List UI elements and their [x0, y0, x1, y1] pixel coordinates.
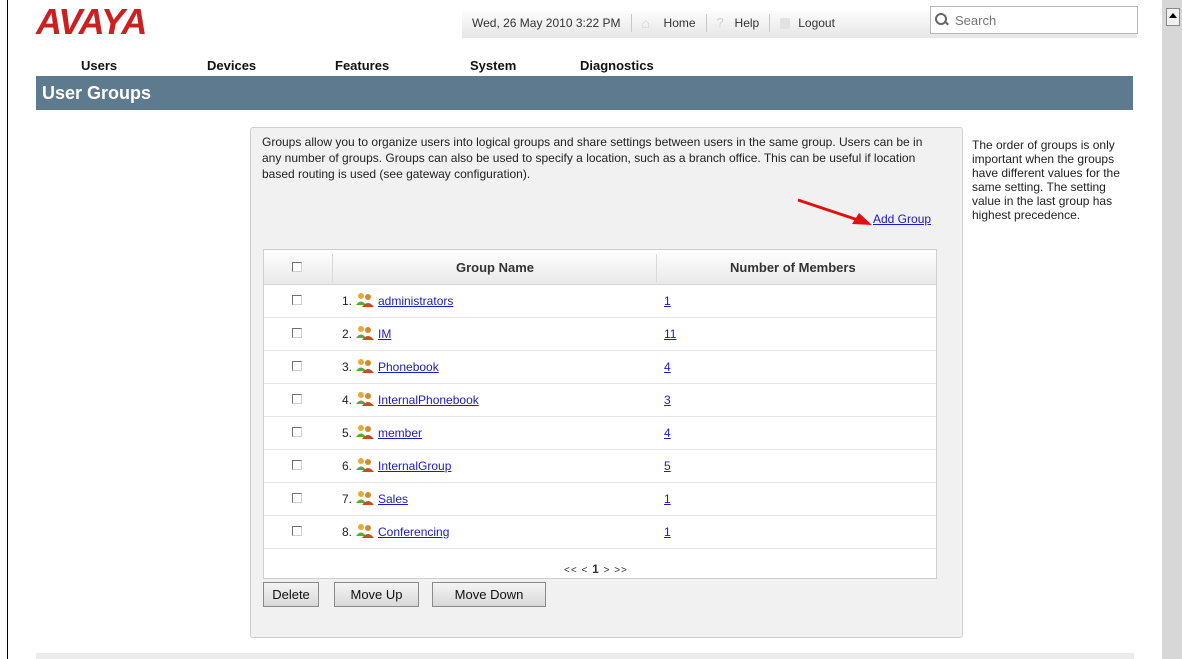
nav-item-users[interactable]: Users	[81, 58, 117, 73]
group-icon	[356, 457, 374, 473]
group-icon	[356, 523, 374, 539]
table-row: 8. Conferencing 1	[264, 515, 936, 549]
separator	[705, 14, 707, 32]
row-index: 1.	[342, 294, 353, 308]
member-count-link[interactable]: 3	[664, 393, 671, 407]
member-count-link[interactable]: 1	[664, 294, 671, 308]
nav-item-features[interactable]: Features	[335, 58, 389, 73]
row-index: 8.	[342, 525, 353, 539]
pager-current-page: 1	[592, 562, 600, 576]
table-row: 5. member 4	[264, 416, 936, 450]
table-row: 4. InternalPhonebook 3	[264, 383, 936, 417]
column-header-group-name[interactable]: Group Name	[456, 260, 534, 275]
search-box[interactable]	[930, 6, 1138, 34]
pager-first[interactable]: <<	[564, 565, 578, 576]
group-name-link[interactable]: administrators	[378, 294, 453, 308]
table-row: 3. Phonebook 4	[264, 350, 936, 384]
home-link[interactable]: ⌂ Home	[642, 8, 696, 30]
row-index: 2.	[342, 327, 353, 341]
window-frame-edge	[7, 0, 8, 659]
move-down-button[interactable]: Move Down	[432, 582, 546, 607]
group-name-link[interactable]: InternalPhonebook	[378, 393, 479, 407]
row-index: 3.	[342, 360, 353, 374]
nav-item-devices[interactable]: Devices	[207, 58, 256, 73]
page-title: User Groups	[36, 76, 1133, 110]
home-label: Home	[663, 16, 696, 30]
vertical-scrollbar[interactable]	[1162, 0, 1182, 659]
pager-next[interactable]: >	[604, 565, 611, 576]
group-icon	[356, 358, 374, 374]
member-count-link[interactable]: 1	[664, 492, 671, 506]
add-group-link[interactable]: Add Group	[873, 212, 931, 226]
column-divider	[332, 254, 333, 282]
row-checkbox[interactable]	[292, 460, 302, 470]
row-checkbox[interactable]	[292, 328, 302, 338]
table-header: Group Name Number of Members	[264, 250, 936, 285]
row-checkbox[interactable]	[292, 493, 302, 503]
group-icon	[356, 490, 374, 506]
nav-item-system[interactable]: System	[470, 58, 516, 73]
group-icon	[356, 391, 374, 407]
pager-prev[interactable]: <	[581, 565, 588, 576]
move-up-button[interactable]: Move Up	[334, 582, 419, 607]
row-checkbox[interactable]	[292, 427, 302, 437]
table-row: 7. Sales 1	[264, 482, 936, 516]
home-icon: ⌂	[641, 15, 650, 31]
row-index: 5.	[342, 426, 353, 440]
top-bar: Wed, 26 May 2010 3:22 PM ⌂ Home ? Help L…	[462, 6, 1138, 38]
separator	[769, 14, 771, 32]
red-arrow-annotation	[797, 198, 872, 225]
pager: << < 1 > >>	[564, 562, 628, 576]
select-all-checkbox[interactable]	[292, 262, 302, 272]
help-label: Help	[734, 16, 760, 30]
group-icon	[356, 325, 374, 341]
table-row: 6. InternalGroup 5	[264, 449, 936, 483]
help-icon: ?	[716, 15, 724, 30]
group-name-link[interactable]: InternalGroup	[378, 459, 451, 473]
row-checkbox[interactable]	[292, 361, 302, 371]
row-index: 6.	[342, 459, 353, 473]
table-row: 1. administrators 1	[264, 284, 936, 318]
search-icon	[935, 13, 949, 27]
row-checkbox[interactable]	[292, 394, 302, 404]
group-icon	[356, 424, 374, 440]
group-name-link[interactable]: Phonebook	[378, 360, 439, 374]
group-name-link[interactable]: Sales	[378, 492, 408, 506]
logout-link[interactable]: Logout	[780, 8, 835, 30]
lock-icon	[780, 17, 791, 29]
member-count-link[interactable]: 1	[664, 525, 671, 539]
datetime-display: Wed, 26 May 2010 3:22 PM	[472, 16, 621, 30]
logout-label: Logout	[798, 16, 835, 30]
member-count-link[interactable]: 4	[664, 360, 671, 374]
scroll-up-button[interactable]	[1166, 8, 1180, 26]
group-name-link[interactable]: IM	[378, 327, 391, 341]
side-note: The order of groups is only important wh…	[972, 138, 1120, 222]
delete-button[interactable]: Delete	[263, 582, 319, 607]
help-link[interactable]: ? Help	[717, 8, 760, 30]
row-checkbox[interactable]	[292, 295, 302, 305]
member-count-link[interactable]: 11	[664, 327, 676, 341]
row-checkbox[interactable]	[292, 526, 302, 536]
member-count-link[interactable]: 5	[664, 459, 671, 473]
search-input[interactable]	[953, 11, 1137, 29]
separator	[630, 14, 632, 32]
group-name-link[interactable]: member	[378, 426, 422, 440]
member-count-link[interactable]: 4	[664, 426, 671, 440]
group-name-link[interactable]: Conferencing	[378, 525, 449, 539]
pager-last[interactable]: >>	[614, 565, 628, 576]
row-index: 4.	[342, 393, 353, 407]
group-icon	[356, 292, 374, 308]
groups-table: Group Name Number of Members 1. administr…	[263, 249, 937, 579]
nav-item-diagnostics[interactable]: Diagnostics	[580, 58, 654, 73]
bottom-shade	[36, 653, 1134, 659]
page-description: Groups allow you to organize users into …	[262, 135, 923, 181]
column-divider	[656, 254, 657, 282]
row-index: 7.	[342, 492, 353, 506]
column-header-members[interactable]: Number of Members	[730, 260, 856, 275]
table-row: 2. IM 11	[264, 317, 936, 351]
avaya-logo: AVAYA	[36, 1, 147, 42]
